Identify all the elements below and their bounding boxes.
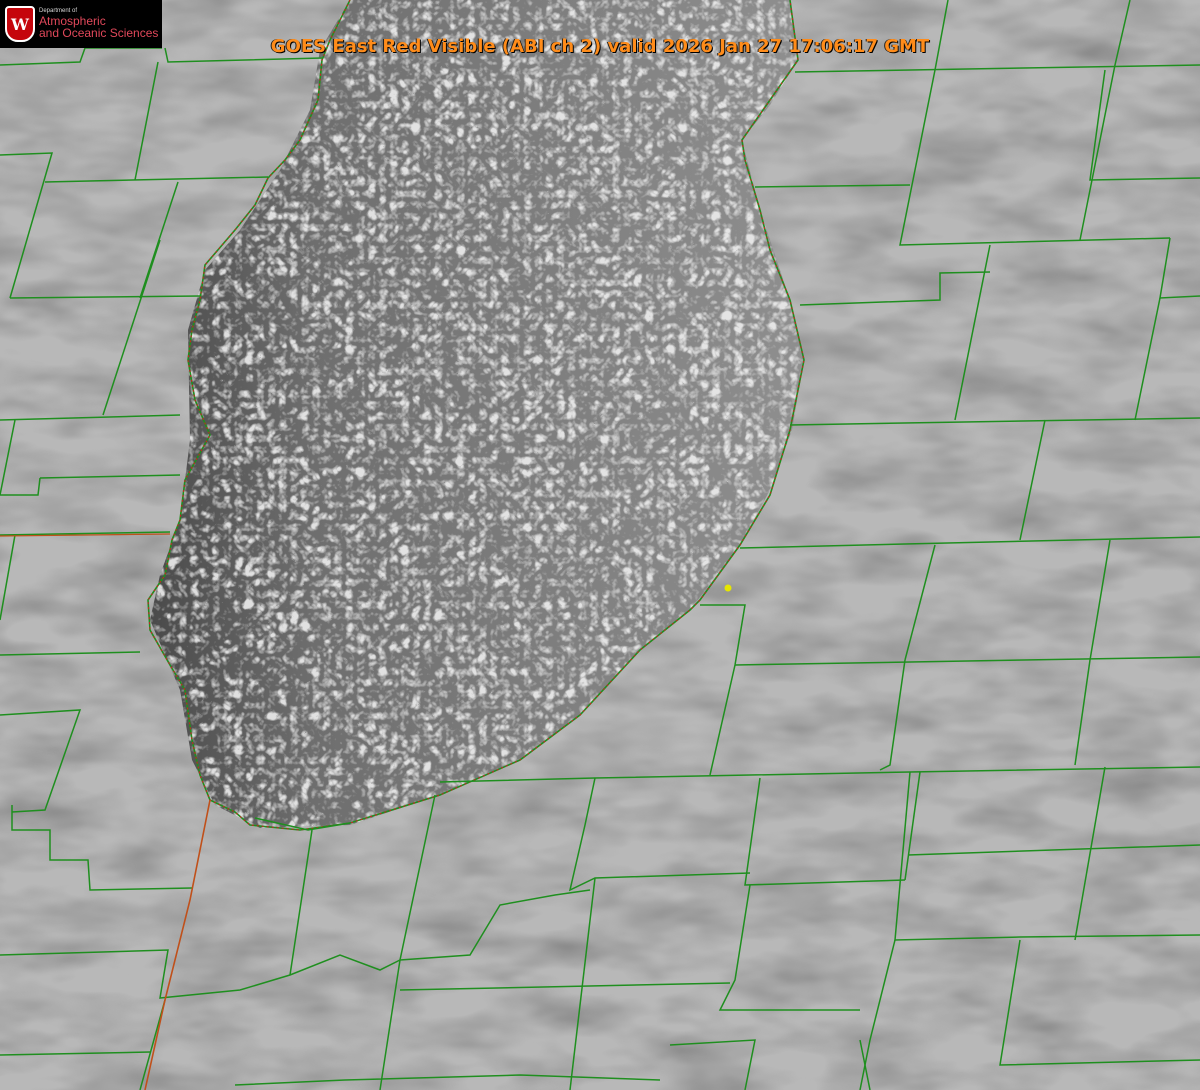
- satellite-map: [0, 0, 1200, 1090]
- image-title: GOES East Red Visible (ABI ch 2) valid 2…: [270, 36, 930, 57]
- location-marker-icon: [724, 584, 732, 592]
- logo-text: Department of Atmospheric and Oceanic Sc…: [39, 8, 159, 41]
